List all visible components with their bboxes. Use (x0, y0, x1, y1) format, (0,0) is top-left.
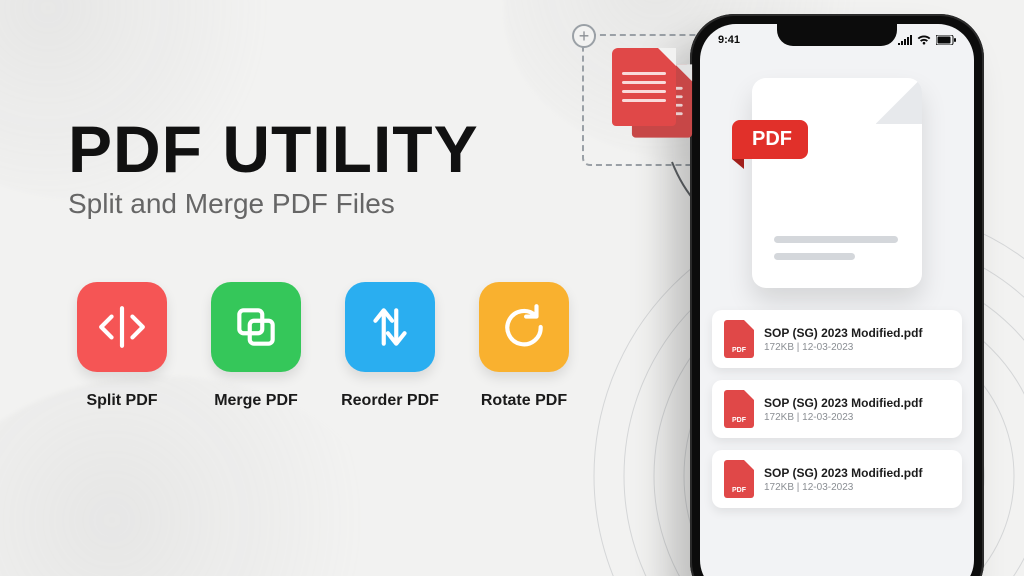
hero: PDF UTILITY Split and Merge PDF Files (68, 116, 479, 220)
file-meta: 172KB | 12-03-2023 (764, 412, 922, 423)
tile-label: Split PDF (86, 392, 157, 410)
battery-icon (936, 35, 956, 45)
feature-tiles: Split PDF Merge PDF Reorder PDF (72, 282, 574, 410)
tile-rotate-pdf[interactable]: Rotate PDF (474, 282, 574, 410)
signal-icon (898, 35, 912, 45)
list-item[interactable]: SOP (SG) 2023 Modified.pdf 172KB | 12-03… (712, 380, 962, 438)
document-icon (612, 48, 676, 126)
file-name: SOP (SG) 2023 Modified.pdf (764, 396, 922, 410)
page-title: PDF UTILITY (68, 116, 479, 182)
pdf-badge: PDF (732, 120, 808, 159)
status-time: 9:41 (718, 34, 740, 46)
list-item[interactable]: SOP (SG) 2023 Modified.pdf 172KB | 12-03… (712, 310, 962, 368)
pdf-hero-illustration: PDF (752, 78, 922, 288)
wifi-icon (917, 35, 931, 45)
pdf-file-icon (724, 320, 754, 358)
status-bar: 9:41 (700, 24, 974, 56)
pdf-file-icon (724, 460, 754, 498)
file-name: SOP (SG) 2023 Modified.pdf (764, 326, 922, 340)
file-name: SOP (SG) 2023 Modified.pdf (764, 466, 922, 480)
tile-split-pdf[interactable]: Split PDF (72, 282, 172, 410)
phone-screen: 9:41 PDF SOP (SG) 2023 Modified.pdf 172K… (700, 24, 974, 576)
file-meta: 172KB | 12-03-2023 (764, 342, 922, 353)
file-meta: 172KB | 12-03-2023 (764, 482, 922, 493)
merge-icon (211, 282, 301, 372)
plus-icon: + (572, 24, 596, 48)
tile-reorder-pdf[interactable]: Reorder PDF (340, 282, 440, 410)
tile-label: Rotate PDF (481, 392, 567, 410)
list-item[interactable]: SOP (SG) 2023 Modified.pdf 172KB | 12-03… (712, 450, 962, 508)
page-subtitle: Split and Merge PDF Files (68, 188, 479, 220)
tile-merge-pdf[interactable]: Merge PDF (206, 282, 306, 410)
split-icon (77, 282, 167, 372)
rotate-icon (479, 282, 569, 372)
reorder-icon (345, 282, 435, 372)
phone-mockup: 9:41 PDF SOP (SG) 2023 Modified.pdf 172K… (690, 14, 984, 576)
pdf-file-icon (724, 390, 754, 428)
tile-label: Merge PDF (214, 392, 298, 410)
tile-label: Reorder PDF (341, 392, 439, 410)
file-list: SOP (SG) 2023 Modified.pdf 172KB | 12-03… (712, 310, 962, 508)
